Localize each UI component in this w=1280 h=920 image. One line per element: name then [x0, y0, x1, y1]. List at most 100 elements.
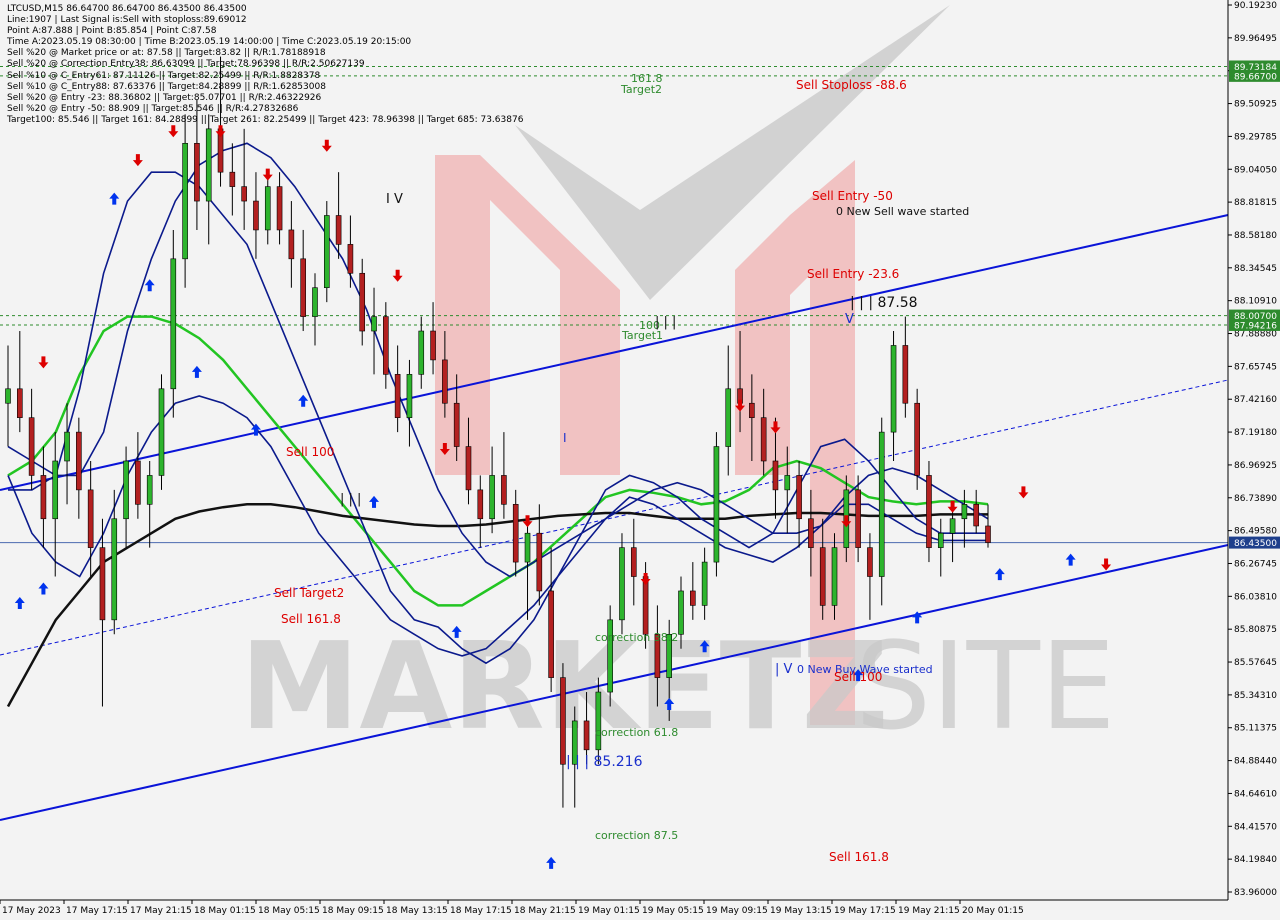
candle-body [772, 460, 779, 491]
candle-body [170, 258, 177, 390]
sell-arrow-icon [1018, 486, 1029, 499]
y-tick-label: 86.49580 [1234, 527, 1277, 537]
sell-arrow-icon [215, 125, 226, 138]
x-tick-label: 18 May 09:15 [322, 906, 384, 916]
info-line: LTCUSD,M15 86.64700 86.64700 86.43500 86… [7, 4, 247, 14]
candle-body [241, 186, 247, 202]
annotation-wave-i: I [563, 431, 567, 445]
info-line: Line:1907 | Last Signal is:Sell with sto… [7, 15, 247, 26]
y-tick-label: 84.88440 [1234, 757, 1277, 767]
candle-body [76, 431, 82, 491]
candle-body [902, 345, 909, 404]
candle-body [194, 142, 200, 202]
candle-body [548, 590, 554, 678]
candle-body [371, 316, 377, 332]
buy-arrow-icon [109, 192, 120, 205]
x-tick-label: 19 May 21:15 [898, 906, 960, 916]
y-tick-label: 85.80875 [1234, 625, 1277, 635]
sell-arrow-icon [1101, 558, 1112, 571]
x-tick-label: 20 May 01:15 [962, 906, 1024, 916]
y-tick-label: 86.96925 [1234, 461, 1277, 471]
candle-body [40, 475, 47, 520]
y-tick-label: 88.81815 [1234, 198, 1277, 208]
info-line: Time A:2023.05.19 08:30:00 | Time B:2023… [7, 37, 412, 48]
info-line: Sell %20 @ Entry -50: 88.909 || Target:8… [7, 103, 299, 114]
candle-body [949, 518, 956, 534]
annotation-wave-iv: I V [386, 192, 403, 207]
candle-body [111, 518, 118, 621]
annotation-wave-iii-top: | | | 87.58 [850, 295, 918, 311]
candle-body [701, 561, 708, 606]
annotation-target1: Target1 [621, 329, 663, 342]
candle-body [17, 388, 23, 418]
candle-body [642, 576, 649, 635]
candle-body [335, 215, 342, 245]
candle-body [536, 532, 543, 592]
y-tick-label: 87.42160 [1234, 395, 1277, 405]
x-tick-label: 19 May 09:15 [706, 906, 768, 916]
candle-body [831, 547, 838, 606]
sell-arrow-icon [262, 168, 273, 181]
sell-arrow-icon [392, 269, 403, 282]
annotation-sell-100-right: Sell 100 [834, 670, 882, 684]
candle-body [489, 475, 495, 520]
info-line: Sell %10 @ C_Entry61: 87.11126 || Target… [7, 70, 321, 81]
y-tick-label: 88.10910 [1234, 297, 1277, 307]
buy-arrow-icon [14, 596, 25, 609]
candle-body [749, 402, 755, 418]
x-tick-label: 17 May 2023 [2, 906, 61, 916]
candle-body [229, 171, 236, 187]
y-tick-label: 85.34310 [1234, 691, 1277, 701]
candle-body [819, 547, 826, 606]
sell-arrow-icon [132, 154, 143, 167]
y-tick-label: 89.29785 [1234, 132, 1277, 142]
buy-arrow-icon [38, 582, 49, 595]
x-tick-label: 19 May 05:15 [642, 906, 704, 916]
y-tick-label: 85.57645 [1234, 658, 1277, 668]
x-tick-label: 18 May 05:15 [258, 906, 320, 916]
annotation-sell-stoploss: Sell Stoploss -88.6 [796, 78, 907, 92]
candle-body [725, 388, 732, 447]
candle-body [477, 489, 484, 520]
candle-body [158, 388, 165, 476]
annotation-correction-618: correction 61.8 [595, 726, 678, 739]
candle-body [619, 547, 625, 621]
candle-body [867, 547, 873, 577]
buy-arrow-icon [546, 856, 557, 869]
price-label-stoploss-lo: 89.66700 [1234, 72, 1277, 82]
candle-body [418, 330, 425, 375]
info-line: Sell %20 @ Entry -23: 88.36802 || Target… [7, 92, 322, 103]
candle-body [383, 316, 389, 375]
candle-body [205, 128, 212, 202]
x-tick-label: 18 May 13:15 [386, 906, 448, 916]
sell-arrow-icon [640, 572, 651, 585]
watermark-text-right: SITE [855, 618, 1116, 757]
annotation-sell-entry-50: Sell Entry -50 [812, 189, 893, 203]
annotation-wave-iii-bottom: | | | 85.216 [566, 754, 643, 770]
candle-body [347, 244, 354, 274]
signal-info-panel: LTCUSD,M15 86.64700 86.64700 86.43500 86… [7, 4, 523, 126]
info-line: Sell %20 @ Correction Entry38: 86.63099 … [7, 59, 365, 70]
candle-body [182, 142, 188, 260]
y-tick-label: 89.96495 [1234, 34, 1277, 44]
y-tick-label: 90.19230 [1234, 1, 1277, 11]
buy-arrow-icon [191, 365, 202, 378]
y-tick-label: 84.41570 [1234, 822, 1277, 832]
candle-body [595, 691, 602, 751]
candle-body [760, 417, 767, 462]
y-tick-label: 86.26745 [1234, 559, 1277, 569]
candle-body [253, 200, 259, 231]
annotation-wave-iv-bottom: | V [775, 662, 793, 677]
x-tick-label: 19 May 01:15 [578, 906, 640, 916]
chart-svg: MARKETZSITE Sell Stoploss -88.6161.8Targ… [0, 0, 1280, 920]
y-tick-label: 88.34545 [1234, 264, 1277, 274]
y-tick-label: 87.19180 [1234, 428, 1277, 438]
annotation-correction-382: correction 38.2 [595, 631, 678, 644]
candle-body [430, 330, 436, 361]
x-tick-label: 18 May 01:15 [194, 906, 256, 916]
candle-body [465, 446, 472, 491]
annotation-sell-target2: Sell Target2 [274, 586, 344, 600]
x-tick-label: 18 May 17:15 [450, 906, 512, 916]
info-line: Sell %20 @ Market price or at: 87.58 || … [7, 48, 326, 59]
candle-body [406, 374, 413, 418]
